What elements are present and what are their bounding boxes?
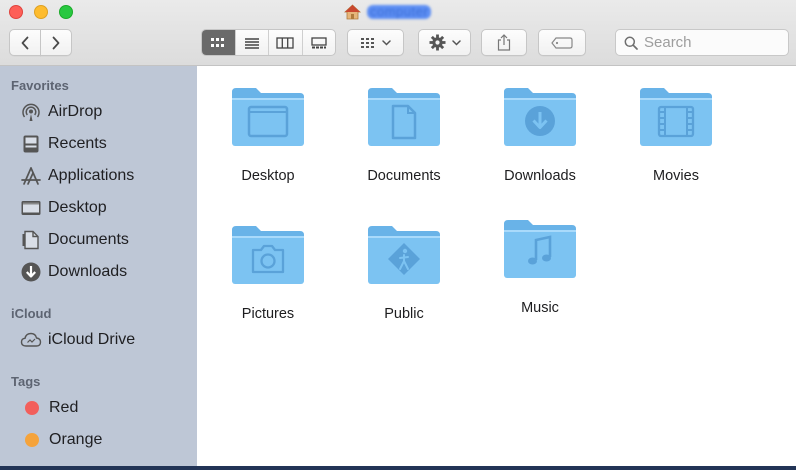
desktop-folder-icon (232, 88, 304, 146)
minimize-window-button[interactable] (34, 5, 48, 19)
desktop-icon (20, 197, 42, 219)
zoom-window-button[interactable] (59, 5, 73, 19)
share-icon (497, 34, 511, 51)
column-view-icon (276, 36, 294, 49)
folder-public[interactable]: Public (349, 224, 459, 322)
orange-tag-dot-icon (25, 433, 39, 447)
folder-label: Movies (653, 168, 699, 184)
sidebar-item-label: AirDrop (48, 103, 103, 120)
sidebar-tag-orange[interactable]: Orange (20, 427, 190, 453)
group-by-button[interactable] (347, 29, 404, 56)
list-view-button[interactable] (236, 30, 269, 55)
folder-label: Documents (367, 168, 441, 184)
sidebar-item-label: Orange (49, 431, 103, 448)
folder-music[interactable]: Music (485, 218, 595, 316)
search-field[interactable] (615, 29, 789, 56)
gear-icon (429, 34, 445, 51)
movies-folder-icon (640, 88, 712, 146)
edit-tags-button[interactable] (538, 29, 586, 56)
icon-view-button[interactable] (202, 30, 236, 55)
search-input[interactable] (644, 34, 784, 51)
tag-icon (551, 36, 573, 49)
pictures-folder-icon (232, 226, 304, 284)
finder-window: computer Search Favorites AirDrop Recent… (0, 0, 796, 466)
desktop-background-strip (0, 466, 796, 470)
applications-icon (20, 165, 42, 187)
column-view-button[interactable] (269, 30, 303, 55)
window-title-text: computer (367, 5, 432, 19)
folder-downloads[interactable]: Downloads (485, 86, 595, 184)
chevron-down-icon (382, 39, 391, 46)
folder-label: Pictures (241, 306, 295, 322)
share-button[interactable] (481, 29, 527, 56)
chevron-down-icon (451, 39, 461, 46)
folder-desktop[interactable]: Desktop (213, 86, 323, 184)
recents-icon (20, 133, 42, 155)
sidebar-item-downloads[interactable]: Downloads (20, 259, 190, 285)
forward-button[interactable] (40, 29, 72, 56)
favorites-section-header: Favorites (11, 78, 69, 93)
red-tag-dot-icon (25, 401, 39, 415)
sidebar-item-label: Red (49, 399, 79, 416)
gallery-view-icon (311, 36, 327, 48)
folder-label: Public (384, 306, 424, 322)
folder-label: Desktop (241, 168, 295, 184)
sidebar-item-label: Applications (48, 167, 135, 184)
title-bar: computer (0, 0, 796, 66)
list-view-icon (244, 37, 259, 49)
sidebar-item-label: Recents (48, 135, 107, 152)
tags-section-header: Tags (11, 374, 41, 389)
chevron-right-icon (52, 36, 60, 49)
sidebar-item-icloud-drive[interactable]: iCloud Drive (20, 327, 190, 353)
sidebar-item-label: iCloud Drive (48, 331, 136, 348)
sidebar: Favorites AirDrop Recents Applications D… (0, 66, 197, 466)
sidebar-item-desktop[interactable]: Desktop (20, 195, 190, 221)
back-button[interactable] (9, 29, 41, 56)
folder-label: Downloads (504, 168, 576, 184)
close-window-button[interactable] (9, 5, 23, 19)
sidebar-item-applications[interactable]: Applications (20, 163, 190, 189)
folder-label: Music (521, 300, 559, 316)
sidebar-item-airdrop[interactable]: AirDrop (20, 99, 190, 125)
folder-content-area: Desktop Documents Downloads Movies Pictu… (197, 66, 796, 466)
airdrop-icon (20, 101, 42, 123)
sidebar-item-label: Documents (48, 231, 129, 248)
action-menu-button[interactable] (418, 29, 471, 56)
music-folder-icon (504, 220, 576, 278)
sidebar-item-recents[interactable]: Recents (20, 131, 190, 157)
window-title: computer (344, 3, 432, 21)
view-mode-control (201, 29, 336, 56)
sidebar-item-label: Desktop (48, 199, 107, 216)
downloads-icon (20, 261, 42, 283)
sidebar-item-documents[interactable]: Documents (20, 227, 190, 253)
icloud-section-header: iCloud (11, 306, 52, 321)
sidebar-tag-red[interactable]: Red (20, 395, 190, 421)
documents-folder-icon (368, 88, 440, 146)
folder-pictures[interactable]: Pictures (213, 224, 323, 322)
icon-view-icon (211, 37, 225, 47)
search-icon (624, 36, 638, 50)
folder-movies[interactable]: Movies (621, 86, 731, 184)
documents-icon (20, 229, 42, 251)
gallery-view-button[interactable] (303, 30, 336, 55)
home-icon (344, 4, 361, 20)
downloads-folder-icon (504, 88, 576, 146)
folder-documents[interactable]: Documents (349, 86, 459, 184)
group-grid-icon (361, 37, 374, 48)
public-folder-icon (368, 226, 440, 284)
icloud-icon (20, 329, 42, 351)
chevron-left-icon (21, 36, 29, 49)
sidebar-item-label: Downloads (48, 263, 128, 280)
